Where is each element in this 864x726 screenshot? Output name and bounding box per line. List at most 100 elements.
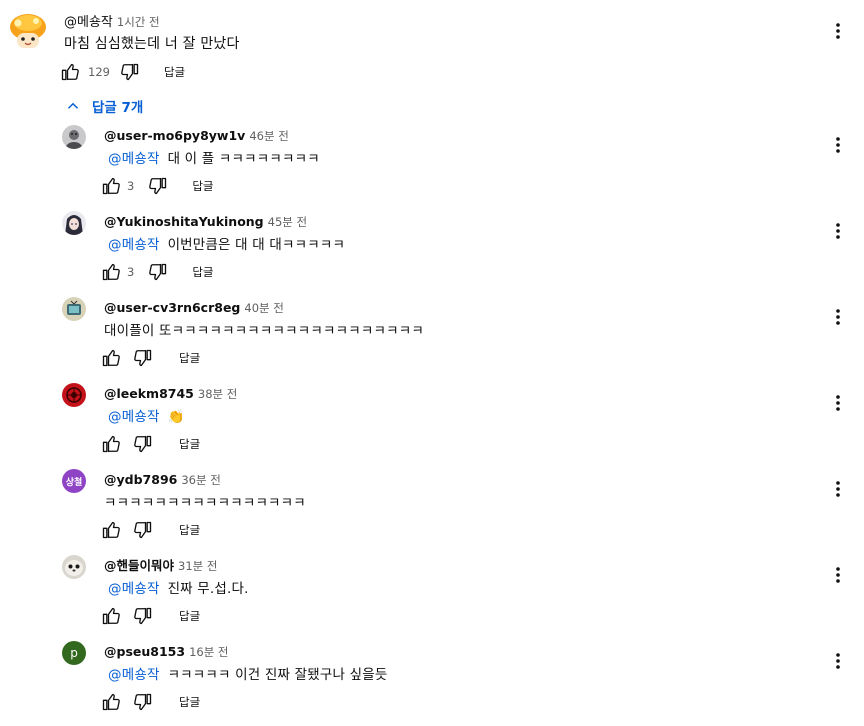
reply-button[interactable]: 답글 bbox=[179, 350, 200, 366]
reply-author[interactable]: @user-cv3rn6cr8eg bbox=[104, 300, 240, 315]
avatar-letter: 상철 bbox=[65, 477, 83, 488]
reply-actions-6: 답글 bbox=[99, 690, 200, 714]
thumbs-up-icon bbox=[61, 63, 79, 81]
gray-person-avatar-icon bbox=[62, 125, 86, 149]
more-actions-icon[interactable] bbox=[826, 391, 850, 415]
reply-mention[interactable]: @메숑작 bbox=[108, 151, 160, 167]
reply-button[interactable]: 답글 bbox=[179, 694, 200, 710]
reply-header-1: @YukinoshitaYukinong 45분 전 bbox=[104, 211, 307, 230]
reply-time[interactable]: 31분 전 bbox=[178, 559, 217, 573]
reply-author[interactable]: @user-mo6py8yw1v bbox=[104, 128, 245, 143]
reply-mention[interactable]: @메숑작 bbox=[108, 581, 160, 597]
thumbs-up-icon bbox=[102, 693, 120, 711]
like-count: 129 bbox=[88, 65, 110, 79]
reply-actions-5: 답글 bbox=[99, 604, 200, 628]
thumbs-up-icon bbox=[102, 521, 120, 539]
like-button[interactable] bbox=[58, 60, 82, 84]
like-count: 3 bbox=[127, 265, 135, 279]
like-button[interactable] bbox=[99, 432, 123, 456]
reply-actions-1: 3 답글 bbox=[99, 260, 214, 284]
thumbs-up-icon bbox=[102, 435, 120, 453]
reply-author[interactable]: @YukinoshitaYukinong bbox=[104, 214, 264, 229]
reply-avatar-1[interactable] bbox=[62, 211, 86, 235]
reply-text-5: @메숑작 진짜 무.섭.다. bbox=[104, 577, 249, 597]
dislike-button[interactable] bbox=[131, 518, 155, 542]
like-button[interactable] bbox=[99, 604, 123, 628]
reply-text-1: @메숑작 이번만큼은 대 대 대ㅋㅋㅋㅋㅋ bbox=[104, 233, 345, 253]
reply-author[interactable]: @leekm8745 bbox=[104, 386, 194, 401]
more-actions-icon[interactable] bbox=[826, 305, 850, 329]
reply-time[interactable]: 46분 전 bbox=[249, 129, 288, 143]
reply-button[interactable]: 답글 bbox=[192, 178, 213, 194]
reply-avatar-0[interactable] bbox=[62, 125, 86, 149]
thumbs-up-icon bbox=[102, 177, 120, 195]
reply-actions-3: 답글 bbox=[99, 432, 200, 456]
top-comment-author[interactable]: @메숑작 bbox=[64, 15, 113, 30]
more-actions-icon[interactable] bbox=[826, 477, 850, 501]
reply-header-4: @ydb7896 36분 전 bbox=[104, 469, 221, 488]
mushroom-avatar[interactable] bbox=[8, 11, 48, 51]
reply-button[interactable]: 답글 bbox=[179, 522, 200, 538]
reply-text-3: @메숑작 👏 bbox=[104, 405, 185, 425]
top-comment-time[interactable]: 1시간 전 bbox=[117, 15, 160, 29]
reply-text-6: @메숑작 ㅋㅋㅋㅋㅋ 이건 진짜 잘됐구나 싶을듯 bbox=[104, 663, 387, 683]
like-button[interactable] bbox=[99, 346, 123, 370]
anime-avatar-icon bbox=[62, 211, 86, 235]
reply-time[interactable]: 16분 전 bbox=[189, 645, 228, 659]
reply-header-5: @핸들이뭐야 31분 전 bbox=[104, 555, 217, 574]
like-button[interactable] bbox=[99, 174, 123, 198]
reply-button[interactable]: 답글 bbox=[179, 436, 200, 452]
seal-avatar-icon bbox=[62, 555, 86, 579]
reply-time[interactable]: 45분 전 bbox=[268, 215, 307, 229]
reply-time[interactable]: 40분 전 bbox=[244, 301, 283, 315]
more-actions-icon[interactable] bbox=[826, 649, 850, 673]
reply-body: 진짜 무.섭.다. bbox=[167, 581, 249, 597]
reply-avatar-6[interactable]: p bbox=[62, 641, 86, 665]
like-button[interactable] bbox=[99, 690, 123, 714]
more-actions-icon[interactable] bbox=[826, 563, 850, 587]
reply-button[interactable]: 답글 bbox=[164, 64, 185, 80]
reply-author[interactable]: @ydb7896 bbox=[104, 472, 177, 487]
reply-avatar-2[interactable] bbox=[62, 297, 86, 321]
reply-author[interactable]: @pseu8153 bbox=[104, 644, 185, 659]
reply-header-2: @user-cv3rn6cr8eg 40분 전 bbox=[104, 297, 284, 316]
thumbs-down-icon bbox=[134, 349, 152, 367]
reply-text-0: @메숑작 대 이 플 ㅋㅋㅋㅋㅋㅋㅋㅋ bbox=[104, 147, 320, 167]
reply-button[interactable]: 답글 bbox=[179, 608, 200, 624]
more-actions-icon[interactable] bbox=[826, 219, 850, 243]
reply-mention[interactable]: @메숑작 bbox=[108, 667, 160, 683]
dislike-button[interactable] bbox=[146, 260, 170, 284]
reply-time[interactable]: 38분 전 bbox=[198, 387, 237, 401]
reply-body: 대 이 플 ㅋㅋㅋㅋㅋㅋㅋㅋ bbox=[167, 151, 320, 167]
reply-mention[interactable]: @메숑작 bbox=[108, 237, 160, 253]
reply-button[interactable]: 답글 bbox=[192, 264, 213, 280]
reply-author[interactable]: @핸들이뭐야 bbox=[104, 558, 174, 573]
dislike-button[interactable] bbox=[118, 60, 142, 84]
thumbs-up-icon bbox=[102, 349, 120, 367]
replies-toggle-button[interactable]: 답글 7개 bbox=[64, 96, 143, 116]
dislike-button[interactable] bbox=[131, 346, 155, 370]
reply-mention[interactable]: @메숑작 bbox=[108, 409, 160, 425]
reply-actions-2: 답글 bbox=[99, 346, 200, 370]
reply-avatar-4[interactable]: 상철 bbox=[62, 469, 86, 493]
dislike-button[interactable] bbox=[146, 174, 170, 198]
like-button[interactable] bbox=[99, 260, 123, 284]
reply-body: ㅋㅋㅋㅋㅋ 이건 진짜 잘됐구나 싶을듯 bbox=[167, 667, 388, 683]
reply-body: 대이플이 또ㅋㅋㅋㅋㅋㅋㅋㅋㅋㅋㅋㅋㅋㅋㅋㅋㅋㅋㅋㅋ bbox=[104, 323, 424, 339]
dislike-button[interactable] bbox=[131, 690, 155, 714]
reply-time[interactable]: 36분 전 bbox=[181, 473, 220, 487]
reply-body: ㅋㅋㅋㅋㅋㅋㅋㅋㅋㅋㅋㅋㅋㅋㅋㅋ bbox=[104, 495, 306, 511]
thumbs-down-icon bbox=[134, 521, 152, 539]
thumbs-down-icon bbox=[134, 693, 152, 711]
reply-avatar-3[interactable] bbox=[62, 383, 86, 407]
like-button[interactable] bbox=[99, 518, 123, 542]
thumbs-up-icon bbox=[102, 263, 120, 281]
thumbs-down-icon bbox=[134, 607, 152, 625]
dislike-button[interactable] bbox=[131, 604, 155, 628]
more-actions-icon[interactable] bbox=[826, 19, 850, 43]
avatar-letter: p bbox=[70, 646, 78, 660]
reply-avatar-5[interactable] bbox=[62, 555, 86, 579]
more-actions-icon[interactable] bbox=[826, 133, 850, 157]
dislike-button[interactable] bbox=[131, 432, 155, 456]
reply-body: 이번만큼은 대 대 대ㅋㅋㅋㅋㅋ bbox=[167, 237, 346, 253]
